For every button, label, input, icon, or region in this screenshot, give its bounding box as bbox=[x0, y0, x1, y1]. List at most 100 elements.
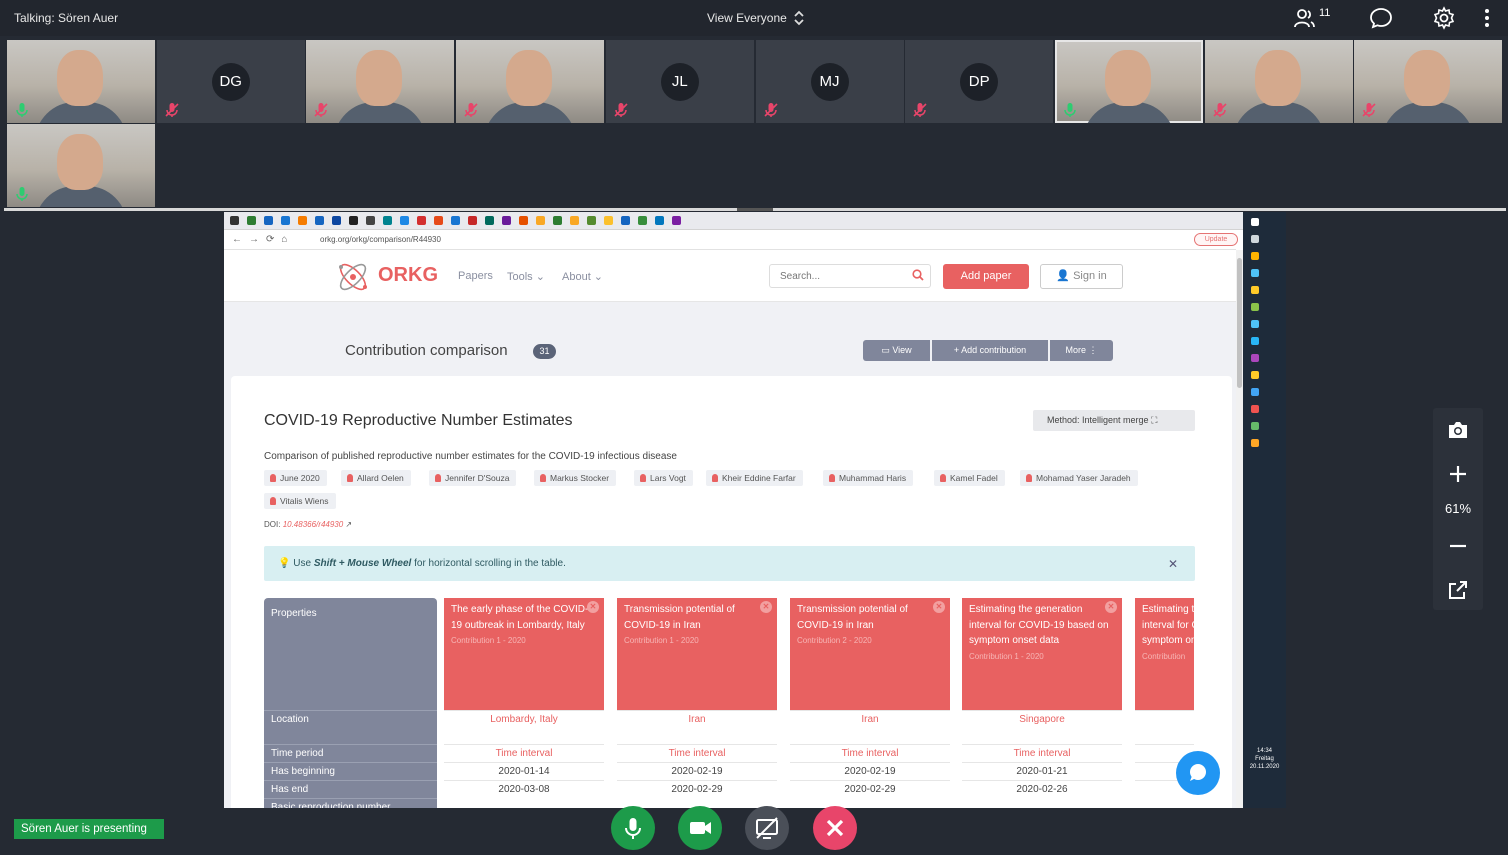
scrollbar-thumb[interactable] bbox=[1237, 258, 1242, 388]
browser-tab-favicon[interactable] bbox=[417, 216, 426, 225]
date-tag[interactable]: June 2020 bbox=[264, 470, 327, 486]
gear-icon[interactable] bbox=[1432, 6, 1456, 30]
search-input[interactable]: Search... bbox=[769, 264, 931, 288]
contribution-title[interactable]: Transmission potential of COVID-19 in Ir… bbox=[797, 604, 908, 631]
table-cell[interactable]: S bbox=[1135, 714, 1194, 725]
search-icon[interactable] bbox=[912, 269, 924, 281]
author-tag[interactable]: Vitalis Wiens bbox=[264, 493, 336, 509]
browser-tab-favicon[interactable] bbox=[553, 216, 562, 225]
camera-button[interactable] bbox=[678, 806, 722, 850]
browser-tab-favicon[interactable] bbox=[604, 216, 613, 225]
author-tag[interactable]: Allard Oelen bbox=[341, 470, 411, 486]
nav-tools[interactable]: Tools ⌄ bbox=[507, 270, 545, 283]
browser-tab-favicon[interactable] bbox=[638, 216, 647, 225]
taskbar-app-icon[interactable] bbox=[1251, 354, 1259, 362]
contribution-header[interactable]: The early phase of the COVID-19 outbreak… bbox=[444, 598, 604, 711]
browser-tab-favicon[interactable] bbox=[349, 216, 358, 225]
contribution-header[interactable]: Transmission potential of COVID-19 in Ir… bbox=[617, 598, 777, 711]
participant-tile[interactable] bbox=[456, 40, 605, 123]
screen-share-button[interactable] bbox=[745, 806, 789, 850]
browser-tab-favicon[interactable] bbox=[485, 216, 494, 225]
participants-icon[interactable] bbox=[1293, 6, 1317, 30]
add-contribution-button[interactable]: + Add contribution bbox=[932, 340, 1048, 361]
contribution-title[interactable]: Estimating the generation interval for C… bbox=[969, 604, 1109, 646]
microphone-button[interactable] bbox=[611, 806, 655, 850]
zoom-out-icon[interactable] bbox=[1446, 534, 1470, 558]
more-vertical-icon[interactable] bbox=[1475, 6, 1499, 30]
divider-handle[interactable] bbox=[737, 208, 773, 211]
remove-contribution-icon[interactable]: ✕ bbox=[760, 601, 772, 613]
view-mode-selector[interactable]: View Everyone bbox=[707, 11, 787, 25]
taskbar-app-icon[interactable] bbox=[1251, 303, 1259, 311]
taskbar-app-icon[interactable] bbox=[1251, 320, 1259, 328]
taskbar-app-icon[interactable] bbox=[1251, 337, 1259, 345]
browser-tab-strip[interactable] bbox=[224, 212, 1286, 230]
chat-widget-button[interactable] bbox=[1176, 751, 1220, 795]
participant-tile[interactable]: DG bbox=[156, 40, 305, 123]
taskbar-app-icon[interactable] bbox=[1251, 388, 1259, 396]
taskbar-app-icon[interactable] bbox=[1251, 269, 1259, 277]
remove-contribution-icon[interactable]: ✕ bbox=[587, 601, 599, 613]
browser-tab-favicon[interactable] bbox=[264, 216, 273, 225]
table-cell[interactable]: Time interval bbox=[962, 748, 1122, 759]
author-tag[interactable]: Kheir Eddine Farfar bbox=[706, 470, 803, 486]
browser-address-bar[interactable]: ←→⟳⌂ orkg.org/orkg/comparison/R44930 Upd… bbox=[224, 230, 1238, 250]
contribution-title[interactable]: Estimating the generation interval for C… bbox=[1142, 604, 1194, 646]
browser-tab-favicon[interactable] bbox=[570, 216, 579, 225]
browser-tab-favicon[interactable] bbox=[332, 216, 341, 225]
browser-tab-favicon[interactable] bbox=[587, 216, 596, 225]
browser-tab-favicon[interactable] bbox=[383, 216, 392, 225]
browser-tab-favicon[interactable] bbox=[247, 216, 256, 225]
chevron-up-down-icon[interactable] bbox=[792, 7, 806, 29]
add-paper-button[interactable]: Add paper bbox=[943, 264, 1029, 289]
browser-tab-favicon[interactable] bbox=[468, 216, 477, 225]
taskbar-app-icon[interactable] bbox=[1251, 439, 1259, 447]
taskbar-app-icon[interactable] bbox=[1251, 286, 1259, 294]
taskbar-app-icon[interactable] bbox=[1251, 218, 1259, 226]
participant-tile[interactable]: MJ bbox=[755, 40, 904, 123]
nav-about[interactable]: About ⌄ bbox=[562, 270, 603, 283]
browser-tab-favicon[interactable] bbox=[230, 216, 239, 225]
close-icon[interactable]: ✕ bbox=[1168, 557, 1178, 571]
doi-link[interactable]: 10.48366/r44930 bbox=[283, 520, 344, 529]
url-text[interactable]: orkg.org/orkg/comparison/R44930 bbox=[320, 235, 441, 244]
taskbar-app-icon[interactable] bbox=[1251, 405, 1259, 413]
participant-tile[interactable]: DP bbox=[905, 40, 1054, 123]
browser-tab-favicon[interactable] bbox=[536, 216, 545, 225]
taskbar-app-icon[interactable] bbox=[1251, 371, 1259, 379]
property-label[interactable]: Has beginning bbox=[271, 766, 335, 777]
participant-tile[interactable] bbox=[7, 40, 155, 123]
author-tag[interactable]: Lars Vogt bbox=[634, 470, 693, 486]
browser-tab-favicon[interactable] bbox=[366, 216, 375, 225]
contribution-header[interactable]: Estimating the generation interval for C… bbox=[1135, 598, 1194, 711]
browser-tab-favicon[interactable] bbox=[519, 216, 528, 225]
browser-tab-favicon[interactable] bbox=[434, 216, 443, 225]
taskbar-app-icon[interactable] bbox=[1251, 235, 1259, 243]
remove-contribution-icon[interactable]: ✕ bbox=[1105, 601, 1117, 613]
author-tag[interactable]: Mohamad Yaser Jaradeh bbox=[1020, 470, 1138, 486]
table-cell[interactable]: Iran bbox=[617, 714, 777, 725]
browser-nav-buttons[interactable]: ←→⟳⌂ bbox=[232, 234, 294, 245]
method-button[interactable]: Method: Intelligent merge ⛶ bbox=[1033, 410, 1195, 431]
property-label[interactable]: Location bbox=[271, 714, 309, 725]
browser-tab-favicon[interactable] bbox=[315, 216, 324, 225]
contribution-header[interactable]: Estimating the generation interval for C… bbox=[962, 598, 1122, 711]
property-label[interactable]: Basic reproduction number bbox=[271, 802, 391, 808]
taskbar-app-icon[interactable] bbox=[1251, 252, 1259, 260]
contribution-title[interactable]: Transmission potential of COVID-19 in Ir… bbox=[624, 604, 735, 631]
property-label[interactable]: Has end bbox=[271, 784, 308, 795]
participant-tile[interactable]: JL bbox=[605, 40, 754, 123]
contribution-title[interactable]: The early phase of the COVID-19 outbreak… bbox=[451, 604, 588, 631]
chat-icon[interactable] bbox=[1369, 6, 1393, 30]
browser-tab-favicon[interactable] bbox=[672, 216, 681, 225]
table-cell[interactable]: Time interval bbox=[790, 748, 950, 759]
browser-tab-favicon[interactable] bbox=[655, 216, 664, 225]
author-tag[interactable]: Markus Stocker bbox=[534, 470, 617, 486]
table-cell[interactable]: Iran bbox=[790, 714, 950, 725]
more-button[interactable]: More ⋮ bbox=[1050, 340, 1113, 361]
browser-tab-favicon[interactable] bbox=[621, 216, 630, 225]
table-cell[interactable]: Time interval bbox=[444, 748, 604, 759]
participant-tile[interactable] bbox=[7, 124, 155, 207]
table-cell[interactable]: Time interval bbox=[617, 748, 777, 759]
participant-tile[interactable] bbox=[306, 40, 455, 123]
